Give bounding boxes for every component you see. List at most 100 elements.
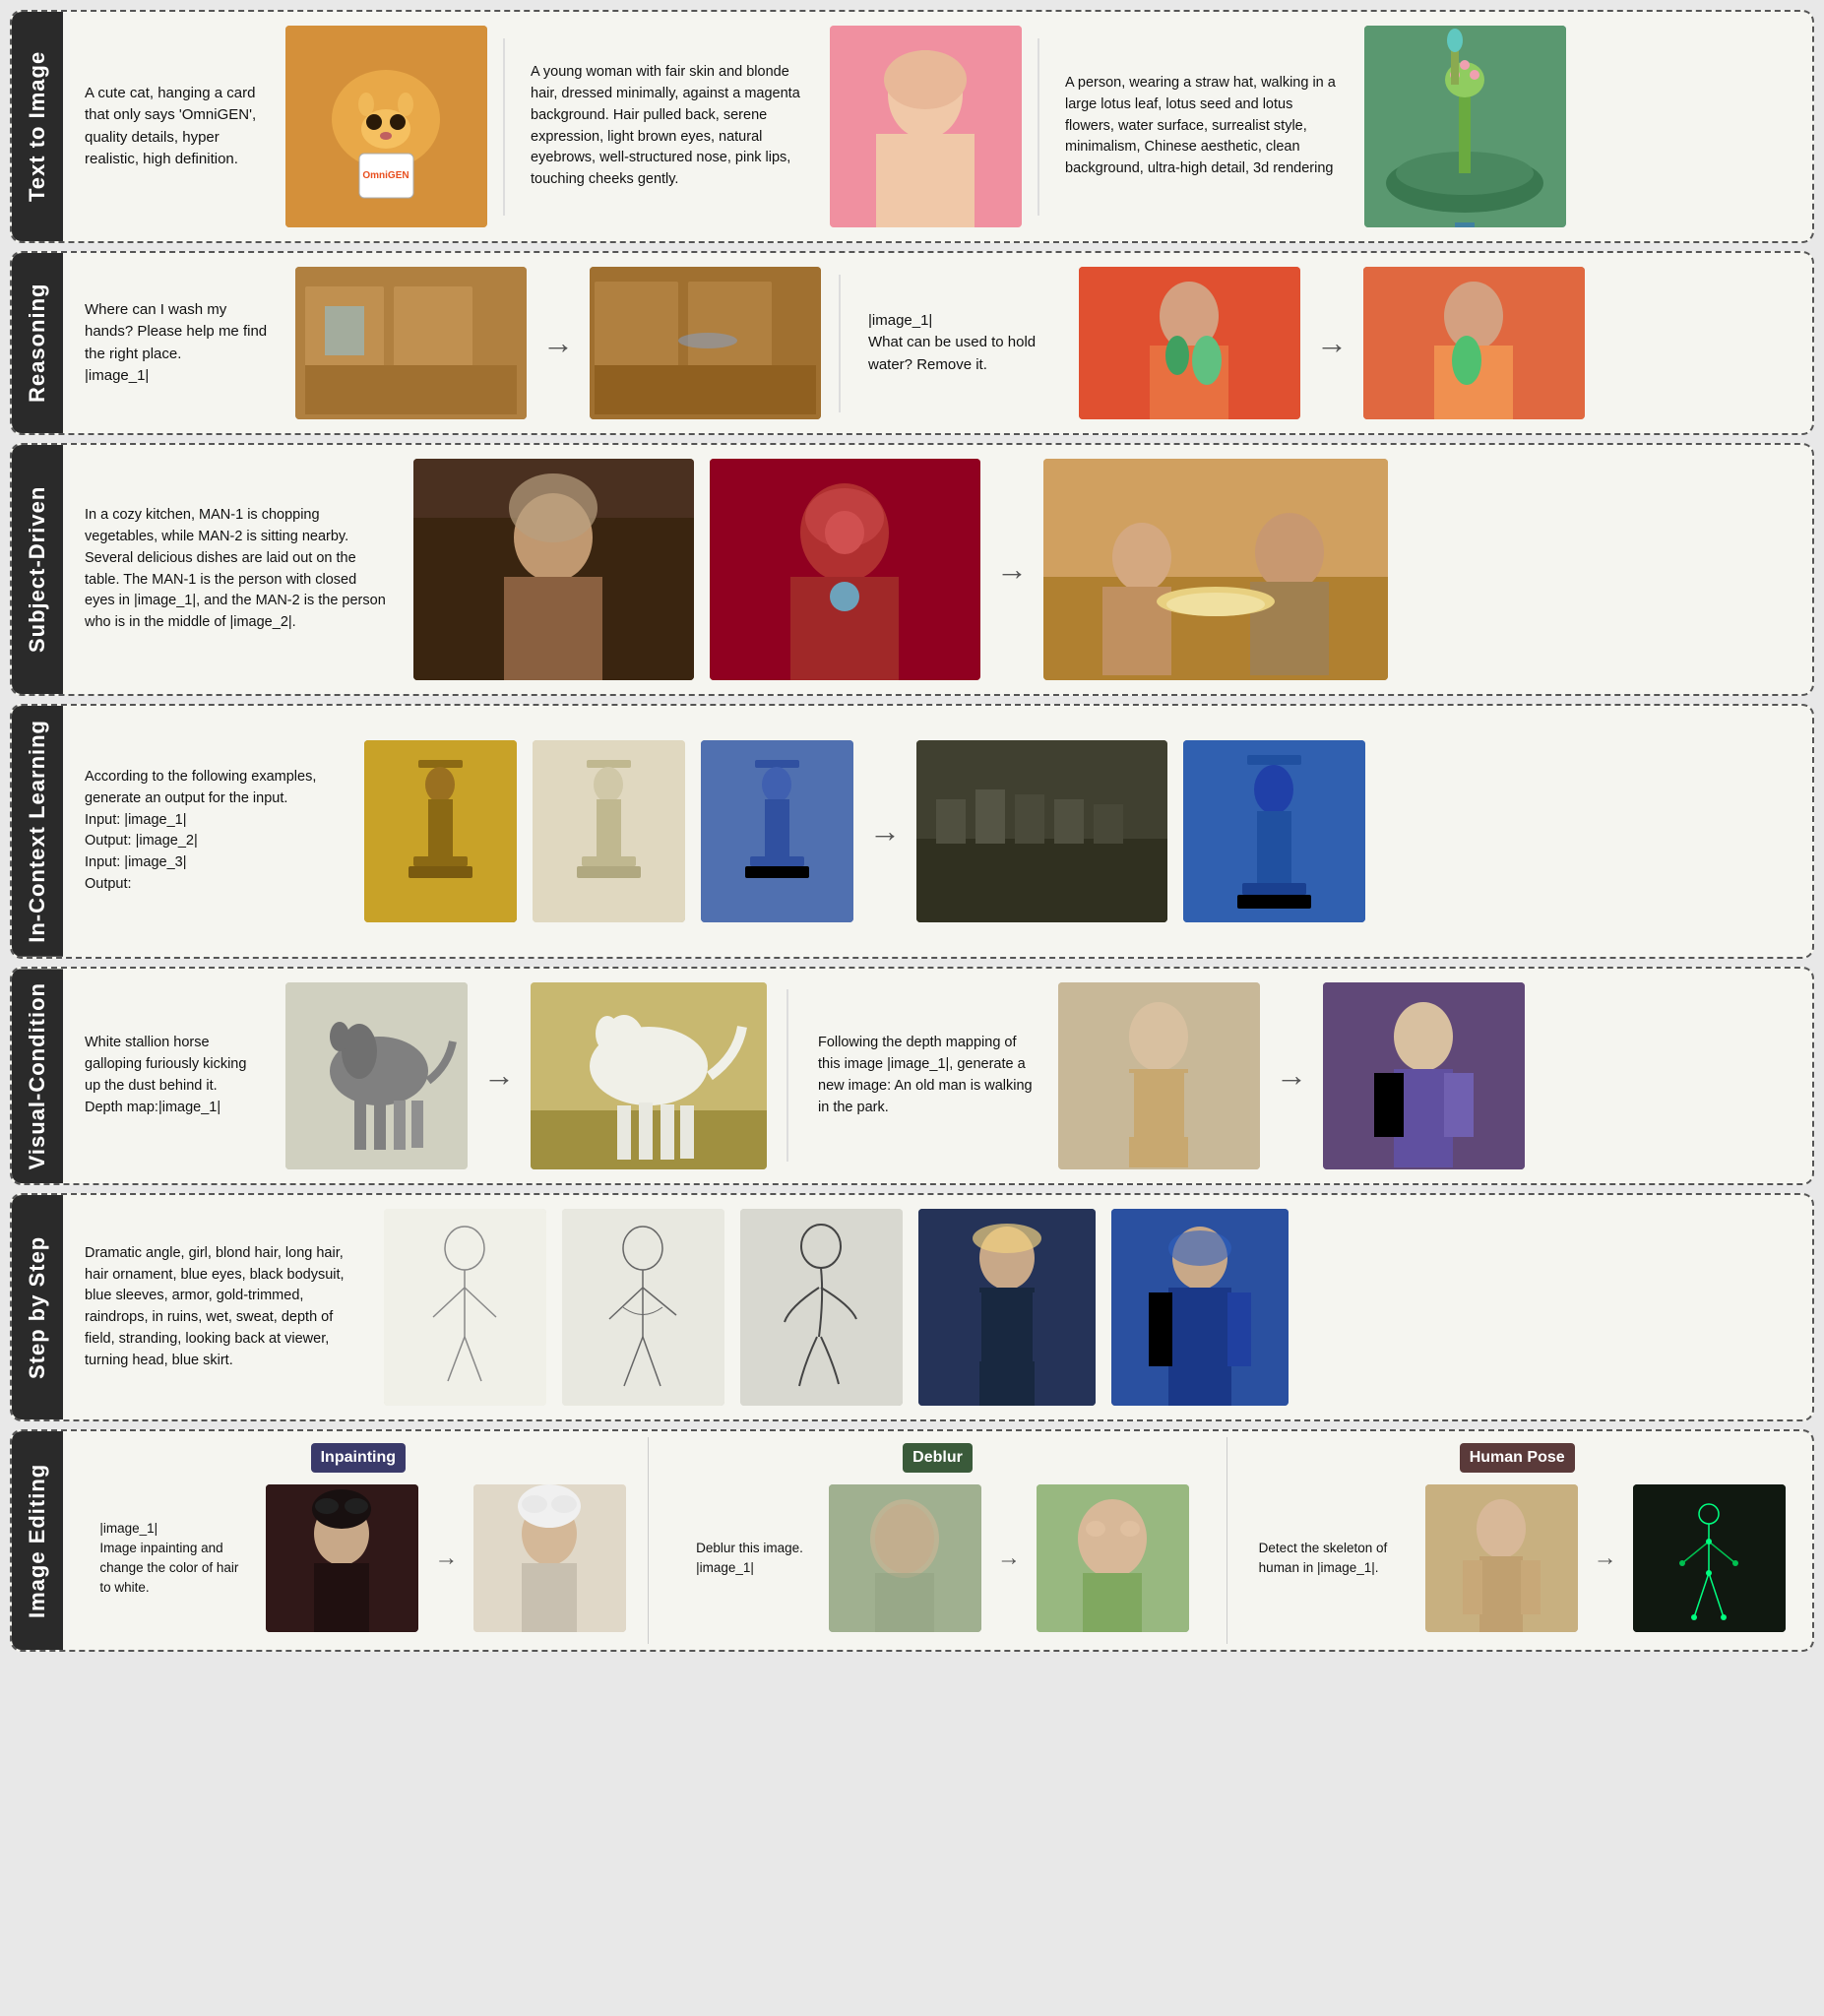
reasoning-content: Where can I wash my hands? Please help m… <box>63 253 1812 433</box>
step-anime-image <box>912 1203 1101 1412</box>
divider-reasoning <box>839 275 841 412</box>
editing-inpainting-group: Inpainting |image_1| Image inpainting an… <box>69 1437 649 1644</box>
reasoning-image-2 <box>584 261 827 425</box>
inpainting-label: Inpainting <box>311 1443 406 1473</box>
arrow-pose: → <box>1588 1544 1623 1572</box>
incontext-chess-1 <box>358 734 523 928</box>
woman-purple-image <box>1323 982 1525 1169</box>
step-sketch-1 <box>378 1203 552 1412</box>
section-label-text-to-image: Text to Image <box>12 12 63 241</box>
visual-woman-purple <box>1317 976 1531 1175</box>
subject-cooking-image <box>1043 459 1388 680</box>
t2i-text-3: A person, wearing a straw hat, walking i… <box>1049 59 1354 194</box>
section-label-visual-condition: Visual-Condition <box>12 969 63 1183</box>
arrow-2: → <box>1310 325 1353 361</box>
visual-horse-white <box>525 976 773 1175</box>
visual-horse-silhouette <box>280 976 473 1175</box>
subject-driven-content: In a cozy kitchen, MAN-1 is chopping veg… <box>63 445 1812 694</box>
arrow-deblur: → <box>991 1544 1027 1572</box>
incontext-text: According to the following examples, gen… <box>69 753 354 910</box>
section-label-reasoning: Reasoning <box>12 253 63 433</box>
arrow-visual-1: → <box>477 1057 521 1094</box>
step-text: Dramatic angle, girl, blond hair, long h… <box>69 1229 374 1386</box>
visual-text-2: Following the depth mapping of this imag… <box>802 1019 1048 1132</box>
reasoning-text-1: Where can I wash my hands? Please help m… <box>69 285 285 402</box>
visual-condition-content: White stallion horse galloping furiously… <box>63 969 1812 1183</box>
step-anime-img <box>918 1209 1096 1406</box>
deblur-image-2 <box>1031 1479 1195 1638</box>
t2i-image-3 <box>1358 20 1572 233</box>
deblur-image-1 <box>823 1479 987 1638</box>
subject-warrior-image <box>413 459 694 680</box>
editing-deblur-group: Deblur Deblur this image. |image_1| <box>649 1437 1228 1644</box>
chess-white-image <box>533 740 685 922</box>
section-label-image-editing: Image Editing <box>12 1431 63 1650</box>
reasoning-colorful-woman-1 <box>1079 267 1300 419</box>
deblur-label: Deblur <box>903 1443 973 1473</box>
incontext-chess-3 <box>695 734 859 928</box>
inpaint-before-image <box>266 1484 418 1632</box>
reasoning-colorful-woman-2 <box>1363 267 1585 419</box>
incontext-chess-2 <box>527 734 691 928</box>
arrow-visual-2: → <box>1270 1057 1313 1094</box>
image-editing-section: Image Editing Inpainting |image_1| Image… <box>10 1429 1814 1652</box>
t2i-lotus-image <box>1364 26 1566 227</box>
reasoning-image-3 <box>1073 261 1306 425</box>
main-container: Text to Image A cute cat, hanging a card… <box>10 10 1814 1652</box>
incontext-chess-5 <box>1177 734 1371 928</box>
step-sketch-3 <box>734 1203 909 1412</box>
section-label-step-by-step: Step by Step <box>12 1195 63 1419</box>
chess-brown-image <box>364 740 517 922</box>
subject-image-2 <box>704 453 986 686</box>
subject-image-1 <box>408 453 700 686</box>
t2i-text-1: A cute cat, hanging a card that only say… <box>69 69 276 185</box>
t2i-text-2: A young woman with fair skin and blonde … <box>515 48 820 205</box>
text-to-image-content: A cute cat, hanging a card that only say… <box>63 12 1812 241</box>
section-label-subject-driven: Subject-Driven <box>12 445 63 694</box>
horse-white-image <box>531 982 767 1169</box>
visual-condition-section: Visual-Condition White stallion horse ga… <box>10 967 1814 1185</box>
step-sketch-3-image <box>740 1209 903 1406</box>
arrow-incontext: → <box>863 813 907 850</box>
subject-image-3 <box>1038 453 1394 686</box>
image-editing-content: Inpainting |image_1| Image inpainting an… <box>63 1431 1812 1650</box>
visual-text-1: White stallion horse galloping furiously… <box>69 1019 276 1132</box>
arrow-inpaint: → <box>428 1544 464 1572</box>
human-pose-label: Human Pose <box>1460 1443 1575 1473</box>
pose-before-image <box>1425 1484 1578 1632</box>
pose-skeleton-image <box>1633 1484 1786 1632</box>
inpainting-image-2 <box>468 1479 632 1638</box>
step-sketch-1-image <box>384 1209 546 1406</box>
divider-visual <box>786 989 788 1162</box>
step-sketch-2-image <box>562 1209 724 1406</box>
subject-ironman-image <box>710 459 980 680</box>
human-pose-text: Detect the skeleton of human in |image_1… <box>1243 1525 1415 1593</box>
reasoning-kitchen-1 <box>295 267 527 419</box>
woman-tan-image <box>1058 982 1260 1169</box>
reasoning-text-2: |image_1| What can be used to hold water… <box>852 296 1069 391</box>
reasoning-image-1 <box>289 261 533 425</box>
text-to-image-section: Text to Image A cute cat, hanging a card… <box>10 10 1814 243</box>
subject-driven-section: Subject-Driven In a cozy kitchen, MAN-1 … <box>10 443 1814 696</box>
human-pose-image-2 <box>1627 1479 1792 1638</box>
inpainting-image-1 <box>260 1479 424 1638</box>
incontext-chess-4 <box>911 734 1173 928</box>
reasoning-kitchen-2 <box>590 267 821 419</box>
step-by-step-content: Dramatic angle, girl, blond hair, long h… <box>63 1195 1812 1419</box>
divider-2 <box>1038 38 1039 216</box>
arrow-subject: → <box>990 551 1034 588</box>
subject-text-1: In a cozy kitchen, MAN-1 is chopping veg… <box>69 491 404 648</box>
reasoning-section: Reasoning Where can I wash my hands? Ple… <box>10 251 1814 435</box>
section-label-in-context: In-Context Learning <box>12 706 63 957</box>
blurry-image <box>829 1484 981 1632</box>
t2i-cat-image: OmniGEN <box>285 26 487 227</box>
svg-text:OmniGEN: OmniGEN <box>362 170 409 181</box>
in-context-learning-section: In-Context Learning According to the fol… <box>10 704 1814 959</box>
step-blue-warrior-img <box>1111 1209 1289 1406</box>
in-context-content: According to the following examples, gen… <box>63 706 1812 957</box>
step-blue-warrior-image <box>1105 1203 1294 1412</box>
t2i-woman-image <box>830 26 1022 227</box>
chess-dark-image <box>916 740 1167 922</box>
human-pose-image-1 <box>1419 1479 1584 1638</box>
reasoning-image-4 <box>1357 261 1591 425</box>
